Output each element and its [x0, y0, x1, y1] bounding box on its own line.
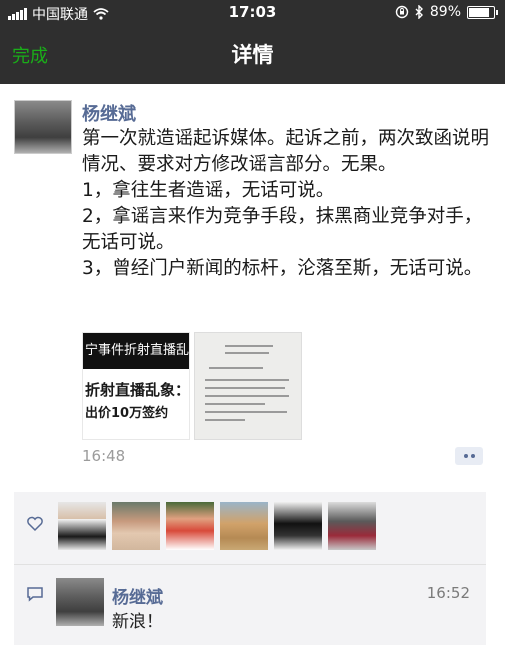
post-text: 第一次就造谣起诉媒体。起诉之前，两次致函说明情况、要求对方修改谣言部分。无果。 …	[82, 126, 494, 282]
post-image-document[interactable]	[194, 332, 302, 440]
nav-bar: 完成 详情	[0, 26, 505, 84]
more-options-button[interactable]	[455, 447, 483, 465]
commenter-avatar[interactable]	[56, 578, 104, 626]
post-time: 16:48	[82, 447, 126, 465]
like-avatar[interactable]	[274, 502, 322, 550]
post-line: 1，拿往生者造谣，无话可说。	[82, 180, 335, 201]
battery-fill	[469, 7, 489, 17]
like-avatar[interactable]	[166, 502, 214, 550]
like-avatar[interactable]	[58, 502, 106, 550]
comment-icon	[27, 587, 43, 602]
battery-percent: 89%	[429, 4, 461, 20]
like-avatar[interactable]	[220, 502, 268, 550]
comments-panel: 杨继斌 16:52 新浪！	[14, 565, 486, 645]
author-name[interactable]: 杨继斌	[82, 100, 136, 126]
battery-icon	[467, 5, 498, 19]
comment-time: 16:52	[426, 584, 470, 602]
author-avatar[interactable]	[14, 100, 72, 154]
post-line: 第一次就造谣起诉媒体。起诉之前，两次致函说明情况、要求对方修改谣言部分。无果。	[82, 128, 490, 175]
post-image-news-screenshot[interactable]: 宁事件折射直播乱象 折射直播乱象： 出价10万签约	[82, 332, 190, 440]
likes-panel	[14, 492, 486, 564]
post-line: 2，拿谣言来作为竞争手段，抹黑商业竞争对手，无话可说。	[82, 206, 483, 253]
commenter-name[interactable]: 杨继斌	[112, 583, 163, 608]
heart-icon	[27, 516, 43, 532]
rotation-lock-icon	[395, 5, 409, 19]
like-avatar[interactable]	[112, 502, 160, 550]
status-bar: 中国联通 17:03 89%	[0, 0, 505, 26]
image-caption: 出价10万签约	[85, 406, 169, 421]
comment-text[interactable]: 新浪！	[112, 607, 163, 632]
image-subheadline: 折射直播乱象：	[85, 381, 189, 399]
image-headline: 宁事件折射直播乱象	[83, 333, 189, 369]
bluetooth-icon	[415, 5, 423, 19]
like-avatar[interactable]	[328, 502, 376, 550]
page-title: 详情	[231, 43, 274, 67]
post-line: 3，曾经门户新闻的标杆，沦落至斯，无话可说。	[82, 258, 483, 279]
